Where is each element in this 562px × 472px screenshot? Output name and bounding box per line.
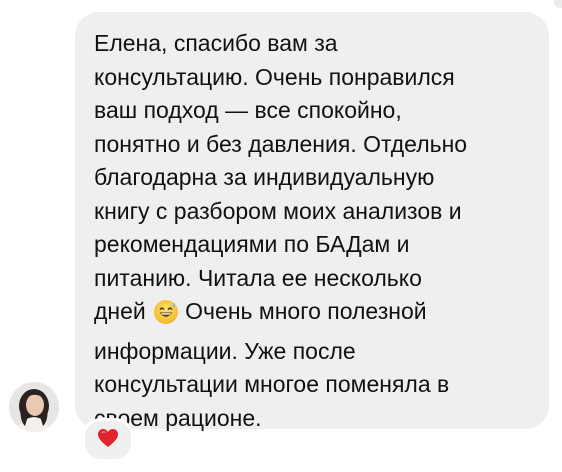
message-line: информации. Уже после: [94, 337, 356, 364]
message-line: консультации многое поменяла в: [94, 371, 450, 397]
message-text: дней: [94, 298, 146, 324]
red-heart-icon: [97, 428, 119, 453]
corner-decoration: [554, 0, 562, 8]
message-line: благодарна за индивидуальную: [94, 164, 435, 190]
reaction-badge[interactable]: [82, 418, 134, 462]
message-line: понятно и без давления. Отдельно: [94, 130, 468, 157]
message-line: ваш подход — все спокойно,: [94, 97, 402, 123]
message-line: питанию. Читала ее несколько: [94, 264, 422, 291]
sender-avatar[interactable]: [9, 382, 59, 432]
message-line: Елена, спасибо вам за: [94, 30, 338, 56]
message-line-with-emoji: дней Очень много полезной: [94, 295, 533, 335]
message-bubble[interactable]: Елена, спасибо вам за консультацию. Очен…: [75, 12, 549, 431]
message-line: книгу с разбором моих анализов и: [94, 197, 462, 224]
message-line: консультацию. Очень понравился: [94, 63, 455, 90]
message-line: своем рационе.: [94, 404, 262, 431]
message-text: Очень много полезной: [185, 298, 427, 324]
grinning-face-with-sweat-icon: [153, 299, 179, 335]
message-line: рекомендациями по БАДам и: [94, 231, 410, 257]
